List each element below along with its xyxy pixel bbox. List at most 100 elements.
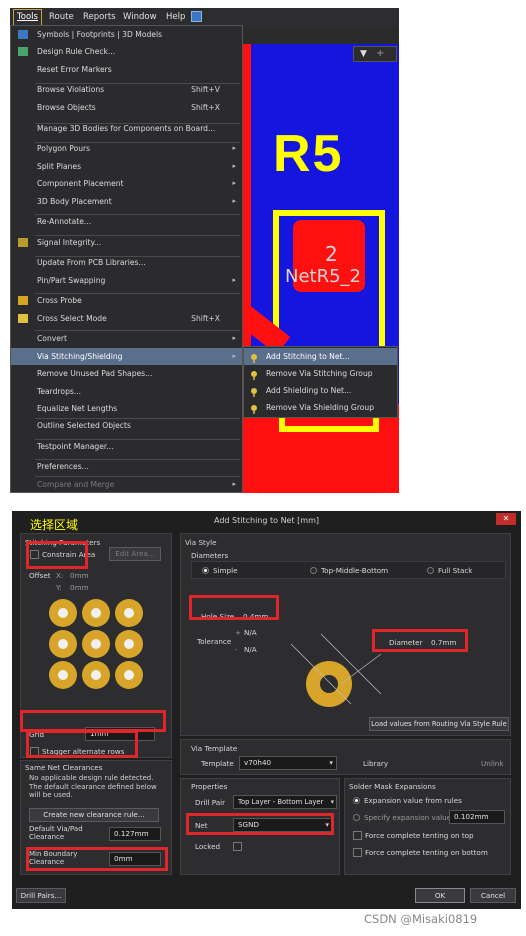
menu-item-reset-error-markers[interactable]: Reset Error Markers — [11, 61, 242, 78]
close-button[interactable]: ✕ — [496, 513, 516, 525]
cancel-button[interactable]: Cancel — [470, 888, 516, 903]
menu-item-polygon-pours[interactable]: Polygon Pours ▸ — [11, 140, 242, 157]
submenu-item-label: Remove Via Stitching Group — [266, 369, 373, 378]
menu-item-label: Via Stitching/Shielding — [37, 352, 123, 361]
tolerance-plus: N/A — [244, 628, 257, 637]
menu-help[interactable]: Help — [163, 10, 188, 25]
menu-item-3d-body-placement[interactable]: 3D Body Placement ▸ — [11, 193, 242, 210]
locked-checkbox[interactable] — [233, 842, 242, 851]
expansion-from-rules-label: Expansion value from rules — [364, 796, 462, 805]
template-select[interactable]: v70h40 ▾ — [239, 756, 337, 770]
menu-item-pin-part-swapping[interactable]: Pin/Part Swapping ▸ — [11, 272, 242, 289]
menu-item-label: Outline Selected Objects — [37, 421, 131, 430]
menu-item-shortcut: Shift+X — [191, 314, 220, 323]
menu-item-equalize-net-lengths[interactable]: Equalize Net Lengths — [11, 400, 242, 417]
via-preview — [115, 599, 143, 627]
edit-area-button[interactable]: Edit Area... — [109, 547, 161, 561]
specify-expansion-radio[interactable] — [353, 814, 360, 821]
via-template-header: Via Template — [191, 744, 238, 753]
full-stack-radio[interactable] — [427, 567, 434, 574]
drill-pair-select[interactable]: Top Layer - Bottom Layer ▾ — [233, 795, 337, 809]
via-template-panel: Via Template Template v70h40 ▾ Library U… — [180, 739, 511, 775]
tent-bottom-checkbox[interactable] — [353, 848, 362, 857]
full-stack-label: Full Stack — [438, 566, 473, 575]
annotation-box-net — [186, 813, 334, 835]
menu-item-label: Symbols | Footprints | 3D Models — [37, 30, 163, 39]
pcb-canvas[interactable]: ▼ + R5 2 NetR5_2 — [243, 44, 399, 493]
submenu-item-remove-via-shielding-group[interactable]: Remove Via Shielding Group — [244, 399, 397, 416]
default-via-clearance-input[interactable]: 0.127mm — [109, 827, 161, 841]
menu-item-component-placement[interactable]: Component Placement ▸ — [11, 175, 242, 192]
menu-item-label: Manage 3D Bodies for Components on Board… — [37, 124, 216, 133]
tmb-radio[interactable] — [310, 567, 317, 574]
menu-reports[interactable]: Reports — [80, 10, 119, 25]
menu-item-label: Testpoint Manager... — [37, 442, 114, 451]
submenu-item-remove-via-stitching-group[interactable]: Remove Via Stitching Group — [244, 365, 397, 382]
menu-item-preferences[interactable]: Preferences... — [11, 458, 242, 475]
add-icon[interactable]: + — [376, 48, 384, 59]
diameters-options: Simple Top-Middle-Bottom Full Stack — [191, 561, 506, 579]
annotation-box-hole-size — [189, 595, 279, 620]
submenu-item-add-shielding-to-net[interactable]: Add Shielding to Net... — [244, 382, 397, 399]
menu-item-label: Cross Probe — [37, 296, 82, 305]
menu-item-teardrops[interactable]: Teardrops... — [11, 383, 242, 400]
menu-item-re-annotate[interactable]: Re-Annotate... — [11, 213, 242, 230]
menu-tools[interactable]: Tools — [13, 9, 42, 26]
simple-radio[interactable] — [202, 567, 209, 574]
locked-label: Locked — [195, 842, 221, 851]
chevron-right-icon: ▸ — [232, 179, 236, 187]
app-icon[interactable] — [191, 11, 202, 22]
via-preview — [82, 630, 110, 658]
submenu-item-label: Add Stitching to Net... — [266, 352, 350, 361]
diameters-label: Diameters — [191, 551, 229, 560]
create-clearance-rule-button[interactable]: Create new clearance rule... — [29, 808, 159, 822]
menu-item-cross-probe[interactable]: Cross Probe — [11, 292, 242, 309]
ok-button[interactable]: OK — [415, 888, 465, 903]
menu-window[interactable]: Window — [120, 10, 160, 25]
watermark: CSDN @Misaki0819 — [364, 912, 478, 926]
via-icon — [250, 386, 260, 397]
menu-item-design-rule-check[interactable]: Design Rule Check... — [11, 43, 242, 60]
tolerance-minus-sign: - — [235, 645, 238, 654]
chevron-right-icon: ▸ — [232, 197, 236, 205]
filter-icon[interactable]: ▼ — [360, 49, 367, 59]
menu-item-manage-3d-bodies[interactable]: Manage 3D Bodies for Components on Board… — [11, 120, 242, 137]
expansion-from-rules-radio[interactable] — [353, 797, 360, 804]
menu-item-label: Component Placement — [37, 179, 124, 188]
menu-item-signal-integrity[interactable]: Signal Integrity... — [11, 234, 242, 251]
menu-item-cross-select-mode[interactable]: Cross Select Mode Shift+X — [11, 310, 242, 327]
chevron-down-icon: ▾ — [330, 798, 334, 806]
menu-item-label: Re-Annotate... — [37, 217, 92, 226]
same-net-note: No applicable design rule detected. The … — [29, 774, 157, 799]
via-preview — [82, 599, 110, 627]
filter-toolbar[interactable]: ▼ + — [353, 46, 397, 62]
menu-item-icon — [18, 47, 28, 56]
tent-top-checkbox[interactable] — [353, 831, 362, 840]
menu-item-label: Reset Error Markers — [37, 65, 112, 74]
properties-header: Properties — [191, 782, 228, 791]
via-style-header: Via Style — [185, 538, 217, 547]
submenu-item-add-stitching-to-net[interactable]: Add Stitching to Net... — [244, 348, 397, 365]
menu-item-convert[interactable]: Convert ▸ — [11, 330, 242, 347]
menu-route[interactable]: Route — [46, 10, 77, 25]
menu-item-update-from-pcb-libraries[interactable]: Update From PCB Libraries... — [11, 254, 242, 271]
menu-item-symbols-footprints[interactable]: Symbols | Footprints | 3D Models — [11, 26, 242, 43]
drill-pairs-button[interactable]: Drill Pairs... — [16, 888, 66, 903]
load-values-button[interactable]: Load values from Routing Via Style Rule — [369, 717, 509, 731]
via-preview — [49, 630, 77, 658]
tolerance-minus: N/A — [244, 645, 257, 654]
menu-item-remove-unused-pad-shapes[interactable]: Remove Unused Pad Shapes... — [11, 365, 242, 382]
menu-item-label: Teardrops... — [37, 387, 82, 396]
menu-item-browse-objects[interactable]: Browse Objects Shift+X — [11, 99, 242, 116]
menu-item-split-planes[interactable]: Split Planes ▸ — [11, 158, 242, 175]
menu-item-outline-selected-objects[interactable]: Outline Selected Objects — [11, 417, 242, 434]
menu-item-label: Equalize Net Lengths — [37, 404, 118, 413]
specify-expansion-input[interactable]: 0.102mm — [449, 810, 505, 824]
menu-item-compare-and-merge[interactable]: Compare and Merge ▸ — [11, 476, 242, 493]
menu-item-browse-violations[interactable]: Browse Violations Shift+V — [11, 81, 242, 98]
unlink-button[interactable]: Unlink — [481, 759, 504, 768]
annotation-box-diameter — [372, 629, 468, 652]
tolerance-label: Tolerance — [197, 637, 232, 646]
menu-item-testpoint-manager[interactable]: Testpoint Manager... — [11, 438, 242, 455]
menu-item-via-stitching-shielding[interactable]: Via Stitching/Shielding ▸ — [11, 348, 242, 365]
